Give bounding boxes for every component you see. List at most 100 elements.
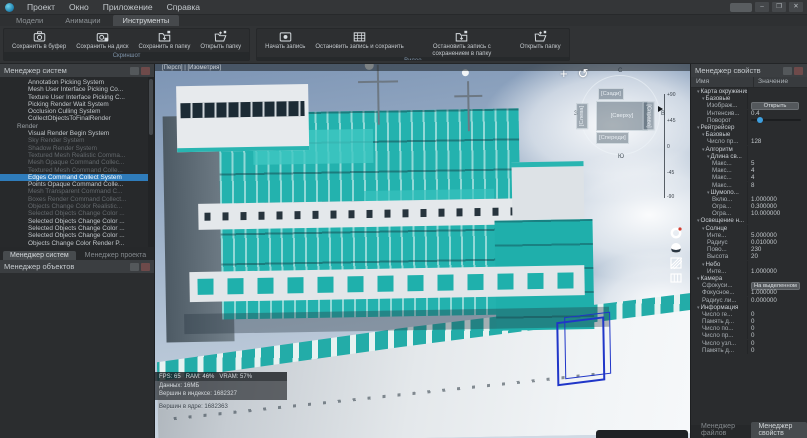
menu-item-4[interactable]: Справка: [160, 2, 207, 12]
ribbon-button-2-1[interactable]: Начать запись: [260, 29, 310, 57]
property-row[interactable]: Интенсив... 0.4: [691, 109, 807, 117]
system-list-item[interactable]: Selected Objects Change Color ...: [0, 225, 148, 232]
window-minimize-button[interactable]: –: [755, 2, 769, 12]
property-row[interactable]: Сфокуси... На выделенном: [691, 281, 807, 290]
property-row[interactable]: Число узл... 0: [691, 339, 807, 347]
property-row[interactable]: Огра... 10.000000: [691, 210, 807, 218]
ribbon-button-2-3[interactable]: Остановить запись с сохранением в папку: [409, 29, 515, 57]
ribbon-tab-3[interactable]: Инструменты: [112, 15, 180, 26]
property-row[interactable]: ▾Длина св...: [691, 152, 807, 160]
property-row[interactable]: ▾Информация: [691, 303, 807, 311]
property-row[interactable]: Память д... 0: [691, 318, 807, 326]
undock-panel-button[interactable]: [130, 262, 139, 271]
property-row[interactable]: ▾Базовые: [691, 131, 807, 139]
property-row[interactable]: Радиус ли... 0.000000: [691, 296, 807, 304]
property-row[interactable]: Изображ... Открыть: [691, 101, 807, 110]
add-icon[interactable]: +: [560, 66, 568, 82]
system-list-item[interactable]: Render: [0, 123, 148, 130]
system-list-item[interactable]: Mesh User Interface Picking Co...: [0, 86, 148, 93]
property-row[interactable]: Инте... 5.000000: [691, 231, 807, 239]
property-row[interactable]: Инте... 1.000000: [691, 267, 807, 275]
property-row[interactable]: Число пр... 0: [691, 332, 807, 340]
system-list-item[interactable]: Visual Render Begin System: [0, 130, 148, 137]
system-list-item[interactable]: Edges Command Collect System: [0, 173, 148, 182]
property-row[interactable]: Пово... 230: [691, 246, 807, 254]
system-list-item[interactable]: Selected Objects Change Color ...: [0, 210, 148, 217]
property-row[interactable]: ▾Небо: [691, 260, 807, 268]
system-list-item[interactable]: Mesh Opaque Command Collec...: [0, 159, 148, 166]
hatch-icon[interactable]: [670, 257, 682, 269]
ribbon-tab-2[interactable]: Анимации: [55, 15, 110, 26]
property-row[interactable]: Радиус 0.010000: [691, 239, 807, 247]
system-list-item[interactable]: Picking Render Wait System: [0, 101, 148, 108]
system-list-item[interactable]: Objects Change Color Render P...: [0, 240, 148, 247]
slider-handle[interactable]: [658, 106, 663, 112]
property-row[interactable]: Число пр... 128: [691, 138, 807, 146]
property-row[interactable]: Макс... 4: [691, 174, 807, 182]
tab-1[interactable]: Менеджер файлов: [694, 422, 749, 438]
tab-2[interactable]: Менеджер свойств: [751, 422, 807, 438]
property-row[interactable]: Огра... 0.300000: [691, 203, 807, 211]
tab-1[interactable]: Менеджер систем: [3, 251, 76, 260]
property-row[interactable]: ▾Солнце: [691, 224, 807, 232]
property-row[interactable]: ▾Шумопо...: [691, 188, 807, 196]
close-panel-button[interactable]: [141, 262, 150, 271]
ribbon-button-2-4[interactable]: Открыть папку: [515, 29, 566, 57]
slider-track[interactable]: [664, 94, 665, 198]
ribbon-tab-1[interactable]: Модели: [6, 15, 53, 26]
compass-face-right[interactable]: [Справа]: [642, 101, 655, 131]
tab-2[interactable]: Менеджер проекта: [78, 251, 154, 260]
ribbon-button-1-1[interactable]: Сохранить в буфер: [7, 29, 71, 52]
system-list-item[interactable]: Textured Mesh Command Colle...: [0, 167, 148, 174]
property-row[interactable]: Память д... 0: [691, 346, 807, 354]
menu-item-3[interactable]: Приложение: [96, 2, 160, 12]
slider-track[interactable]: [751, 117, 801, 124]
scrollbar-thumb[interactable]: [149, 79, 153, 135]
ribbon-button-1-2[interactable]: Сохранить на диск: [71, 29, 133, 52]
system-list-item[interactable]: Occlusion Culling System: [0, 108, 148, 115]
system-list-item[interactable]: Textured Mesh Realistic Comma...: [0, 152, 148, 159]
system-list-item[interactable]: Mesh Transparent Command C...: [0, 188, 148, 195]
viewport-3d[interactable]: [Персп] | [Изометрия] + ↺ С В Ю З [Сзади…: [155, 64, 690, 438]
compass-face-left[interactable]: [Слева]: [576, 102, 589, 130]
menu-item-1[interactable]: Проект: [20, 2, 62, 12]
system-list-scrollbar[interactable]: [148, 77, 154, 247]
system-list-item[interactable]: CollectObjectsToFinalRender: [0, 115, 148, 122]
property-row[interactable]: ▾Алгоритм: [691, 145, 807, 153]
record-camera-icon[interactable]: [670, 227, 682, 239]
system-list-item[interactable]: Sky Render System: [0, 137, 148, 144]
property-row[interactable]: Вклю... 1.000000: [691, 195, 807, 203]
window-maximize-button[interactable]: ❐: [772, 2, 786, 12]
property-row[interactable]: Число ге... 0: [691, 310, 807, 318]
system-list-item[interactable]: Annotation Picking System: [0, 79, 148, 86]
undock-panel-button[interactable]: [783, 66, 792, 75]
property-row[interactable]: Макс... 8: [691, 181, 807, 189]
ribbon-button-2-2[interactable]: Остановить запись и сохранить: [310, 29, 408, 57]
system-list-item[interactable]: Shadow Render System: [0, 145, 148, 152]
compass-face-front[interactable]: [Спереди]: [596, 132, 629, 144]
property-row[interactable]: ▾Освещение н...: [691, 217, 807, 225]
slider-handle[interactable]: [757, 117, 763, 124]
sphere-icon[interactable]: [670, 242, 682, 254]
system-list-item[interactable]: Objects Change Color Realistic...: [0, 203, 148, 210]
ribbon-button-1-4[interactable]: Открыть папку: [195, 29, 246, 52]
property-row[interactable]: Макс... 5: [691, 159, 807, 167]
system-list-item[interactable]: Selected Objects Change Color ...: [0, 232, 148, 239]
compass-face-top[interactable]: [Сверху]: [596, 101, 648, 131]
window-close-button[interactable]: ✕: [789, 2, 803, 12]
system-list-item[interactable]: Selected Objects Change Color ...: [0, 218, 148, 225]
system-list-item[interactable]: Texture User Interface Picking C...: [0, 94, 148, 101]
close-panel-button[interactable]: [141, 66, 150, 75]
system-list-item[interactable]: Points Opaque Command Colle...: [0, 181, 148, 188]
film-grid-icon[interactable]: [670, 272, 682, 284]
property-row[interactable]: ▾Карта окружения: [691, 88, 807, 96]
property-row[interactable]: ▾Рейтрейсер: [691, 124, 807, 132]
navigation-compass[interactable]: С В Ю З [Сзади] [Сверху] [Спереди] [Слев…: [574, 68, 666, 161]
property-row[interactable]: Фокусное... 1.000000: [691, 289, 807, 297]
property-row[interactable]: Число по... 0: [691, 325, 807, 333]
collapsed-panel-handle[interactable]: [596, 430, 688, 438]
menu-item-2[interactable]: Окно: [62, 2, 96, 12]
property-row[interactable]: Поворот: [691, 116, 807, 124]
undock-panel-button[interactable]: [130, 66, 139, 75]
close-panel-button[interactable]: [794, 66, 803, 75]
